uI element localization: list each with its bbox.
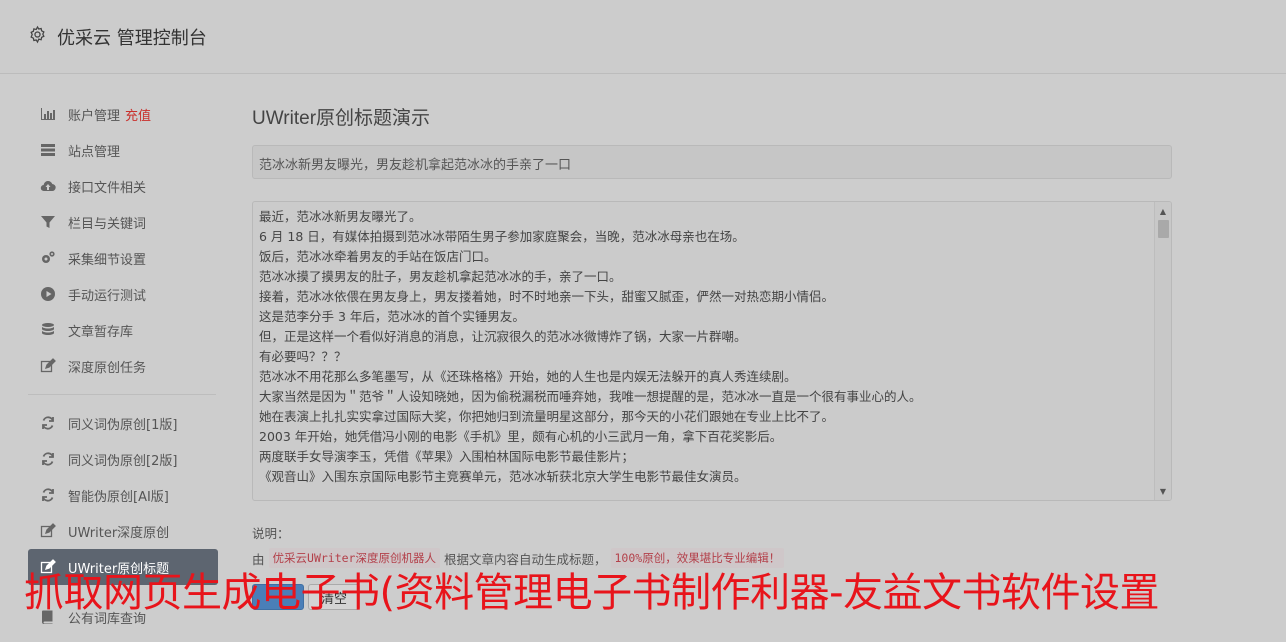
article-line: 她在表演上扎扎实实拿过国际大奖，你把她归到流量明星这部分，那今天的小花们跟她在专… [259,409,835,424]
sidebar-item-label: 账户管理 [68,108,121,124]
filter-icon [38,214,58,230]
play-circle-icon [38,286,58,302]
article-line: 6 月 18 日，有媒体拍摄到范冰冰带陌生男子参加家庭聚会，当晚，范冰冰母亲也在… [259,229,745,244]
sidebar-item-uwriter-deep[interactable]: UWriter深度原创 [28,513,218,549]
generated-title-field[interactable]: 范冰冰新男友曝光，男友趁机拿起范冰冰的手亲了一口 [252,145,1172,179]
scroll-down-icon[interactable]: ▼ [1155,483,1171,499]
refresh-icon [38,415,58,431]
article-line: 饭后，范冰冰牵着男友的手站在饭店门口。 [259,249,497,264]
article-line: 有必要吗？？？ [259,349,347,364]
article-line: 两度联手女导演李玉，凭借《苹果》入围柏林国际电影节最佳影片； [259,449,635,464]
article-line: 但，正是这样一个看似好消息的消息，让沉寂很久的范冰冰微博炸了锅，大家一片群嘲。 [259,329,747,344]
article-line: 范冰冰摸了摸男友的肚子，男友趁机拿起范冰冰的手，亲了一口。 [259,269,622,284]
sidebar-item-synonym-v1[interactable]: 同义词伪原创[1版] [28,405,218,441]
sidebar-item-label: 接口文件相关 [68,180,147,196]
sidebar-item-manual-run[interactable]: 手动运行测试 [28,276,218,312]
sidebar-item-label: 智能伪原创[AI版] [68,489,169,505]
top-header: 优采云 管理控制台 [0,0,1286,74]
brand[interactable]: 优采云 管理控制台 [28,24,207,50]
article-line: 大家当然是因为＂范爷＂人设知晓她，因为偷税漏税而唾弃她，我唯一想提醒的是，范冰冰… [259,389,922,404]
sidebar-item-ai-rewrite[interactable]: 智能伪原创[AI版] [28,477,218,513]
sidebar-item-columns-keywords[interactable]: 栏目与关键词 [28,204,218,240]
scroll-thumb[interactable] [1158,220,1169,238]
sidebar-item-label: 深度原创任务 [68,360,147,376]
gear-icon [28,25,47,49]
main-content: UWriter原创标题演示 范冰冰新男友曝光，男友趁机拿起范冰冰的手亲了一口 最… [252,104,1172,568]
sidebar-item-sites[interactable]: 站点管理 [28,132,218,168]
edit-icon [38,358,58,374]
edit-icon [38,523,58,539]
server-icon [38,142,58,158]
article-line: 这是范李分手 3 年后，范冰冰的首个实锤男友。 [259,309,525,324]
article-line: 2003 年开始，她凭借冯小刚的电影《手机》里，颇有心机的小三武月一角，拿下百花… [259,429,783,444]
note-label: 说明： [252,526,290,541]
article-line: 《观音山》入围东京国际电影节主竞赛单元，范冰冰斩获北京大学生电影节最佳女演员。 [259,469,747,484]
sidebar-item-label: 同义词伪原创[1版] [68,417,178,433]
textarea-scrollbar[interactable]: ▲ ▼ [1154,202,1171,500]
sidebar-divider [28,394,216,395]
sidebar-item-label: 栏目与关键词 [68,216,147,232]
sidebar-item-deep-original-task[interactable]: 深度原创任务 [28,348,218,384]
sidebar-item-label: 文章暂存库 [68,324,134,340]
page-title: UWriter原创标题演示 [252,108,431,129]
sidebar-item-label: 站点管理 [68,144,121,160]
sidebar-item-article-store[interactable]: 文章暂存库 [28,312,218,348]
sidebar-item-synonym-v2[interactable]: 同义词伪原创[2版] [28,441,218,477]
refresh-icon [38,487,58,503]
refresh-icon [38,451,58,467]
article-line: 范冰冰不用花那么多笔墨写，从《还珠格格》开始，她的人生也是内娱无法躲开的真人秀连… [259,369,797,384]
article-line: 最近，范冰冰新男友曝光了。 [259,209,422,224]
sidebar-item-label: 同义词伪原创[2版] [68,453,178,469]
sidebar-item-collect-settings[interactable]: 采集细节设置 [28,240,218,276]
sidebar-item-label: 采集细节设置 [68,252,147,268]
brand-title: 优采云 管理控制台 [57,28,207,49]
recharge-link[interactable]: 充值 [125,105,151,124]
sidebar-item-label: UWriter深度原创 [68,525,170,541]
sidebar-item-interface-files[interactable]: 接口文件相关 [28,168,218,204]
sidebar: 账户管理 充值 站点管理 接口文件相关 栏目与关键词 采集细节设置 手动运行测试… [28,96,218,635]
database-icon [38,322,58,338]
sidebar-item-label: 手动运行测试 [68,288,147,304]
scroll-up-icon[interactable]: ▲ [1155,203,1171,219]
article-line: 接着，范冰冰依偎在男友身上，男友搂着她，时不时地亲一下头，甜蜜又腻歪，俨然一对热… [259,289,835,304]
article-text: 最近，范冰冰新男友曝光了。 6 月 18 日，有媒体拍摄到范冰冰带陌生男子参加家庭… [253,202,1171,492]
cloud-upload-icon [38,178,58,194]
overlay-watermark-text: 抓取网页生成电子书(资料管理电子书制作利器-友益文书软件设置 [24,570,1160,616]
gears-icon [38,250,58,266]
sidebar-item-account[interactable]: 账户管理 充值 [28,96,218,132]
article-textarea[interactable]: 最近，范冰冰新男友曝光了。 6 月 18 日，有媒体拍摄到范冰冰带陌生男子参加家庭… [252,201,1172,501]
bar-chart-icon [38,106,58,122]
